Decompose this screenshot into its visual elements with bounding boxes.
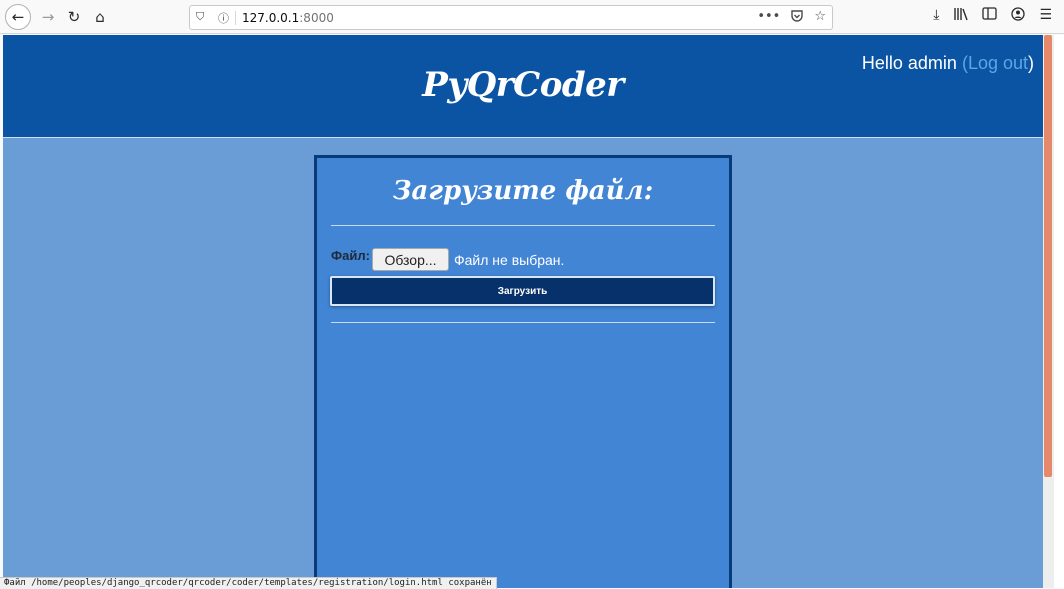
url-bar[interactable]: ⛉ ⓘ 127.0.0.1:8000 ••• ☆ [189, 5, 833, 30]
upload-button[interactable]: Загрузить [330, 276, 715, 306]
download-icon[interactable]: ⤓ [933, 7, 939, 25]
back-button[interactable]: ← [5, 4, 31, 30]
star-icon[interactable]: ☆ [814, 9, 826, 27]
home-icon: ⌂ [95, 8, 105, 26]
page-actions-icon[interactable]: ••• [757, 9, 780, 27]
url-port: :8000 [299, 11, 334, 25]
greeting-text: Hello admin [861, 53, 957, 73]
pocket-icon[interactable] [790, 9, 804, 27]
scrollbar[interactable] [1043, 35, 1054, 588]
arrow-right-icon: → [41, 8, 55, 26]
logout-link[interactable]: Log out [968, 53, 1028, 73]
paren-close: ) [1028, 53, 1034, 73]
divider-top [331, 225, 715, 226]
no-file-text: Файл не выбран. [454, 252, 565, 268]
library-icon[interactable] [953, 7, 969, 25]
browser-toolbar: ← → ↻ ⌂ ⛉ ⓘ 127.0.0.1:8000 ••• ☆ ⤓ ☰ [0, 0, 1064, 34]
status-bar: Файл /home/peoples/django_qrcoder/qrcode… [0, 577, 497, 589]
shield-icon[interactable]: ⛉ [196, 10, 204, 24]
divider-bottom [331, 322, 715, 323]
file-label: Файл: [331, 248, 370, 263]
url-text[interactable]: 127.0.0.1:8000 [242, 11, 334, 25]
upload-card: Загрузите файл: Файл: Обзор... Файл не в… [314, 155, 732, 588]
upload-title: Загрузите файл: [392, 176, 654, 206]
page-viewport: PyQrCoder Hello admin (Log out) Загрузит… [3, 35, 1043, 588]
info-icon[interactable]: ⓘ [218, 10, 229, 26]
reload-button[interactable]: ↻ [62, 5, 86, 29]
browse-button[interactable]: Обзор... [372, 248, 449, 271]
arrow-left-icon: ← [11, 8, 25, 26]
reload-icon: ↻ [67, 8, 81, 26]
url-divider [235, 11, 236, 25]
sidebar-icon[interactable] [982, 7, 998, 25]
account-icon[interactable] [1011, 7, 1026, 25]
site-header: PyQrCoder Hello admin (Log out) [3, 35, 1043, 138]
home-button[interactable]: ⌂ [88, 5, 112, 29]
window-edge [1054, 35, 1064, 588]
user-greeting: Hello admin (Log out) [862, 53, 1034, 74]
url-host: 127.0.0.1 [242, 11, 300, 25]
forward-button[interactable]: → [36, 5, 60, 29]
scrollbar-thumb[interactable] [1044, 35, 1052, 477]
menu-icon[interactable]: ☰ [1039, 7, 1052, 25]
